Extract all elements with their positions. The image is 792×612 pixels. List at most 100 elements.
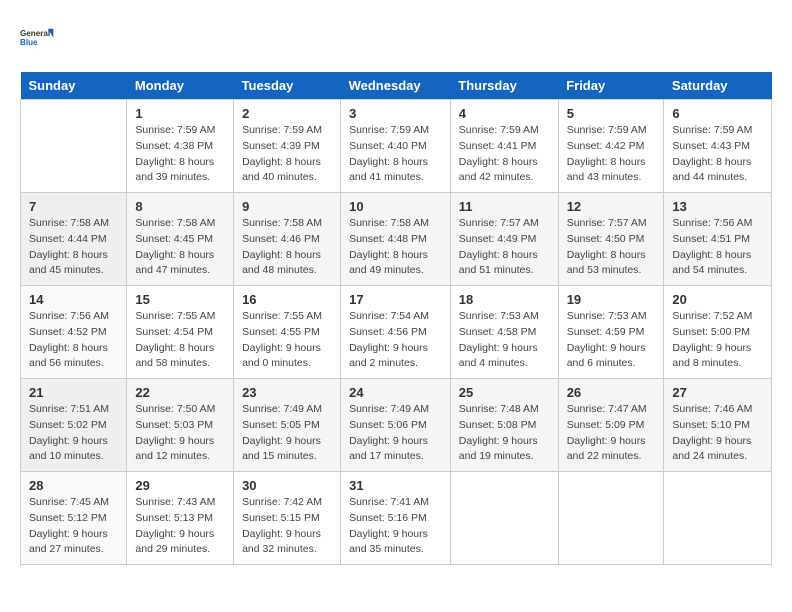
day-number: 21: [29, 385, 118, 400]
day-info: Sunrise: 7:51 AM Sunset: 5:02 PM Dayligh…: [29, 402, 118, 465]
day-info: Sunrise: 7:49 AM Sunset: 5:05 PM Dayligh…: [242, 402, 332, 465]
calendar-cell: 30Sunrise: 7:42 AM Sunset: 5:15 PM Dayli…: [234, 472, 341, 565]
day-number: 16: [242, 292, 332, 307]
header-day-friday: Friday: [558, 72, 664, 100]
week-row-2: 7 Sunrise: 7:58 AM Sunset: 4:44 PM Daylig…: [21, 193, 772, 286]
header-day-monday: Monday: [127, 72, 234, 100]
calendar-cell: 20 Sunrise: 7:52 AM Sunset: 5:00 PM Dayli…: [664, 286, 772, 379]
day-info: Sunrise: 7:43 AM Sunset: 5:13 PM Dayligh…: [135, 495, 225, 558]
day-info: Sunrise: 7:41 AM Sunset: 5:16 PM Dayligh…: [349, 495, 442, 558]
calendar-cell: 29Sunrise: 7:43 AM Sunset: 5:13 PM Dayli…: [127, 472, 234, 565]
calendar-cell: 5 Sunrise: 7:59 AM Sunset: 4:42 PM Daylig…: [558, 100, 664, 193]
day-number: 18: [459, 292, 550, 307]
calendar-cell: 6 Sunrise: 7:59 AM Sunset: 4:43 PM Daylig…: [664, 100, 772, 193]
calendar-cell: 24 Sunrise: 7:49 AM Sunset: 5:06 PM Dayli…: [341, 379, 451, 472]
day-number: 5: [567, 106, 656, 121]
logo-icon: GeneralBlue: [20, 20, 56, 56]
day-info: Sunrise: 7:56 AM Sunset: 4:51 PM Dayligh…: [672, 216, 763, 279]
header-day-wednesday: Wednesday: [341, 72, 451, 100]
week-row-3: 14 Sunrise: 7:56 AM Sunset: 4:52 PM Dayli…: [21, 286, 772, 379]
day-info: Sunrise: 7:52 AM Sunset: 5:00 PM Dayligh…: [672, 309, 763, 372]
calendar-cell: [450, 472, 558, 565]
calendar-cell: 1 Sunrise: 7:59 AM Sunset: 4:38 PM Daylig…: [127, 100, 234, 193]
calendar-cell: 7 Sunrise: 7:58 AM Sunset: 4:44 PM Daylig…: [21, 193, 127, 286]
day-number: 14: [29, 292, 118, 307]
calendar-cell: 28 Sunrise: 7:45 AM Sunset: 5:12 PM Dayli…: [21, 472, 127, 565]
calendar-cell: 2Sunrise: 7:59 AM Sunset: 4:39 PM Daylig…: [234, 100, 341, 193]
calendar-cell: 25Sunrise: 7:48 AM Sunset: 5:08 PM Dayli…: [450, 379, 558, 472]
day-number: 20: [672, 292, 763, 307]
day-info: Sunrise: 7:46 AM Sunset: 5:10 PM Dayligh…: [672, 402, 763, 465]
day-info: Sunrise: 7:55 AM Sunset: 4:55 PM Dayligh…: [242, 309, 332, 372]
calendar-cell: 23Sunrise: 7:49 AM Sunset: 5:05 PM Dayli…: [234, 379, 341, 472]
calendar-cell: 8Sunrise: 7:58 AM Sunset: 4:45 PM Daylig…: [127, 193, 234, 286]
day-header-row: SundayMondayTuesdayWednesdayThursdayFrid…: [21, 72, 772, 100]
day-number: 19: [567, 292, 656, 307]
calendar-cell: [558, 472, 664, 565]
day-number: 27: [672, 385, 763, 400]
day-number: 7: [29, 199, 118, 214]
calendar-cell: 21 Sunrise: 7:51 AM Sunset: 5:02 PM Dayli…: [21, 379, 127, 472]
day-number: 30: [242, 478, 332, 493]
week-row-5: 28 Sunrise: 7:45 AM Sunset: 5:12 PM Dayli…: [21, 472, 772, 565]
day-info: Sunrise: 7:49 AM Sunset: 5:06 PM Dayligh…: [349, 402, 442, 465]
calendar-cell: 13 Sunrise: 7:56 AM Sunset: 4:51 PM Dayli…: [664, 193, 772, 286]
day-info: Sunrise: 7:59 AM Sunset: 4:42 PM Dayligh…: [567, 123, 656, 186]
day-info: Sunrise: 7:50 AM Sunset: 5:03 PM Dayligh…: [135, 402, 225, 465]
day-info: Sunrise: 7:59 AM Sunset: 4:40 PM Dayligh…: [349, 123, 442, 186]
calendar-cell: 14 Sunrise: 7:56 AM Sunset: 4:52 PM Dayli…: [21, 286, 127, 379]
day-number: 1: [135, 106, 225, 121]
day-number: 6: [672, 106, 763, 121]
calendar-cell: 19 Sunrise: 7:53 AM Sunset: 4:59 PM Dayli…: [558, 286, 664, 379]
calendar-cell: 17Sunrise: 7:54 AM Sunset: 4:56 PM Dayli…: [341, 286, 451, 379]
day-info: Sunrise: 7:53 AM Sunset: 4:58 PM Dayligh…: [459, 309, 550, 372]
day-info: Sunrise: 7:59 AM Sunset: 4:39 PM Dayligh…: [242, 123, 332, 186]
calendar-cell: 26 Sunrise: 7:47 AM Sunset: 5:09 PM Dayli…: [558, 379, 664, 472]
day-number: 3: [349, 106, 442, 121]
calendar-cell: 31 Sunrise: 7:41 AM Sunset: 5:16 PM Dayli…: [341, 472, 451, 565]
header-day-sunday: Sunday: [21, 72, 127, 100]
calendar-cell: 11 Sunrise: 7:57 AM Sunset: 4:49 PM Dayli…: [450, 193, 558, 286]
day-info: Sunrise: 7:57 AM Sunset: 4:50 PM Dayligh…: [567, 216, 656, 279]
calendar-cell: [21, 100, 127, 193]
day-info: Sunrise: 7:59 AM Sunset: 4:43 PM Dayligh…: [672, 123, 763, 186]
calendar-cell: 3 Sunrise: 7:59 AM Sunset: 4:40 PM Daylig…: [341, 100, 451, 193]
day-number: 22: [135, 385, 225, 400]
calendar-cell: 4 Sunrise: 7:59 AM Sunset: 4:41 PM Daylig…: [450, 100, 558, 193]
calendar-cell: 12Sunrise: 7:57 AM Sunset: 4:50 PM Dayli…: [558, 193, 664, 286]
day-number: 24: [349, 385, 442, 400]
day-number: 10: [349, 199, 442, 214]
day-info: Sunrise: 7:55 AM Sunset: 4:54 PM Dayligh…: [135, 309, 225, 372]
day-info: Sunrise: 7:47 AM Sunset: 5:09 PM Dayligh…: [567, 402, 656, 465]
day-number: 31: [349, 478, 442, 493]
day-info: Sunrise: 7:58 AM Sunset: 4:44 PM Dayligh…: [29, 216, 118, 279]
calendar-cell: 9Sunrise: 7:58 AM Sunset: 4:46 PM Daylig…: [234, 193, 341, 286]
day-info: Sunrise: 7:59 AM Sunset: 4:41 PM Dayligh…: [459, 123, 550, 186]
week-row-4: 21 Sunrise: 7:51 AM Sunset: 5:02 PM Dayli…: [21, 379, 772, 472]
day-info: Sunrise: 7:59 AM Sunset: 4:38 PM Dayligh…: [135, 123, 225, 186]
day-number: 11: [459, 199, 550, 214]
header-day-saturday: Saturday: [664, 72, 772, 100]
day-info: Sunrise: 7:56 AM Sunset: 4:52 PM Dayligh…: [29, 309, 118, 372]
calendar-table: SundayMondayTuesdayWednesdayThursdayFrid…: [20, 72, 772, 565]
day-number: 4: [459, 106, 550, 121]
day-info: Sunrise: 7:45 AM Sunset: 5:12 PM Dayligh…: [29, 495, 118, 558]
day-info: Sunrise: 7:57 AM Sunset: 4:49 PM Dayligh…: [459, 216, 550, 279]
calendar-cell: 16 Sunrise: 7:55 AM Sunset: 4:55 PM Dayli…: [234, 286, 341, 379]
day-info: Sunrise: 7:54 AM Sunset: 4:56 PM Dayligh…: [349, 309, 442, 372]
logo: GeneralBlue: [20, 20, 60, 56]
day-info: Sunrise: 7:48 AM Sunset: 5:08 PM Dayligh…: [459, 402, 550, 465]
day-number: 13: [672, 199, 763, 214]
day-info: Sunrise: 7:58 AM Sunset: 4:46 PM Dayligh…: [242, 216, 332, 279]
calendar-cell: 22 Sunrise: 7:50 AM Sunset: 5:03 PM Dayli…: [127, 379, 234, 472]
header: GeneralBlue: [20, 20, 772, 56]
day-info: Sunrise: 7:53 AM Sunset: 4:59 PM Dayligh…: [567, 309, 656, 372]
day-number: 28: [29, 478, 118, 493]
svg-text:General: General: [20, 29, 50, 38]
header-day-tuesday: Tuesday: [234, 72, 341, 100]
header-day-thursday: Thursday: [450, 72, 558, 100]
day-number: 26: [567, 385, 656, 400]
calendar-cell: 15Sunrise: 7:55 AM Sunset: 4:54 PM Dayli…: [127, 286, 234, 379]
day-number: 8: [135, 199, 225, 214]
day-info: Sunrise: 7:58 AM Sunset: 4:48 PM Dayligh…: [349, 216, 442, 279]
